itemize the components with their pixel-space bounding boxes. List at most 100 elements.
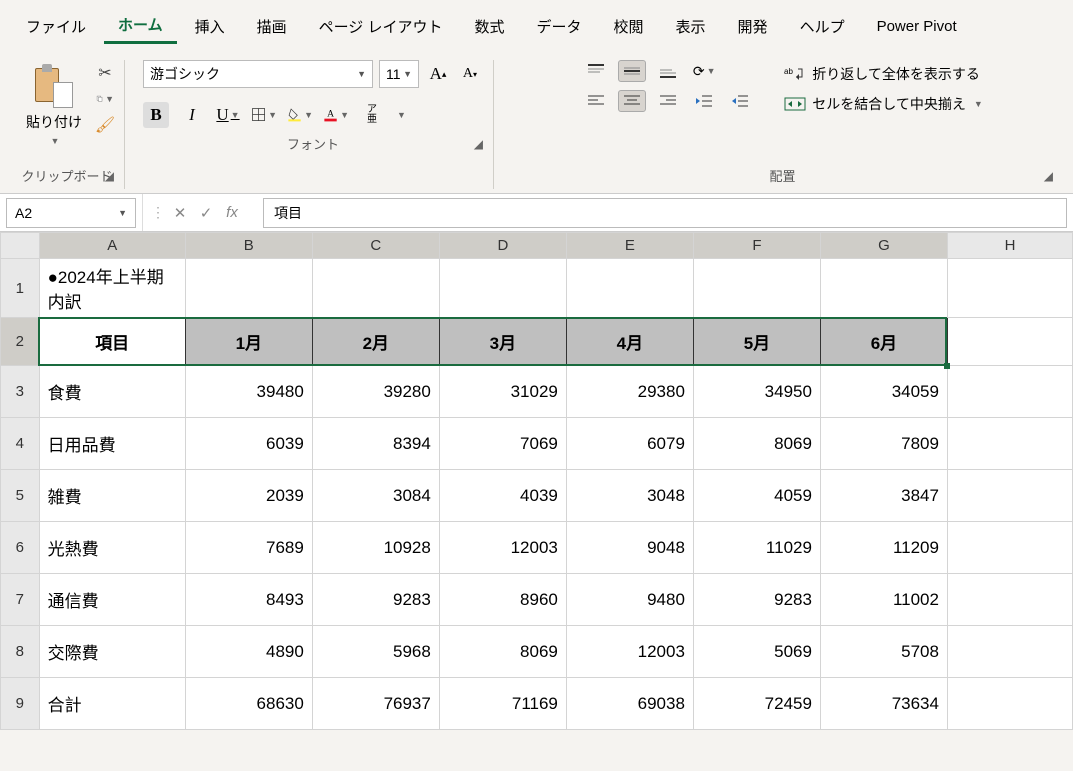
cell-F4[interactable]: 8069 — [693, 418, 820, 470]
chevron-down-icon[interactable]: ▼ — [972, 99, 983, 109]
row-header-2[interactable]: 2 — [1, 318, 40, 366]
cell-G2[interactable]: 6月 — [820, 318, 947, 366]
cell-D6[interactable]: 12003 — [439, 522, 566, 574]
cell-F5[interactable]: 4059 — [693, 470, 820, 522]
cell-E3[interactable]: 29380 — [566, 366, 693, 418]
menu-draw[interactable]: 描画 — [243, 10, 301, 43]
bold-button[interactable]: B — [143, 102, 169, 128]
menu-home[interactable]: ホーム — [104, 8, 177, 44]
decrease-font-icon[interactable]: A▾ — [457, 61, 483, 87]
cell-B5[interactable]: 2039 — [185, 470, 312, 522]
alignment-launcher-icon[interactable]: ◢ — [1044, 169, 1053, 183]
cell-D5[interactable]: 4039 — [439, 470, 566, 522]
cell-F7[interactable]: 9283 — [693, 574, 820, 626]
fx-icon[interactable]: fx — [221, 204, 243, 221]
cell-E7[interactable]: 9480 — [566, 574, 693, 626]
increase-font-icon[interactable]: A▴ — [425, 61, 451, 87]
cell-F9[interactable]: 72459 — [693, 678, 820, 730]
cell-C7[interactable]: 9283 — [312, 574, 439, 626]
cell-C5[interactable]: 3084 — [312, 470, 439, 522]
paste-button[interactable]: 貼り付け ▼ — [20, 60, 88, 150]
cell-F8[interactable]: 5069 — [693, 626, 820, 678]
cell-E5[interactable]: 3048 — [566, 470, 693, 522]
cell-A7[interactable]: 通信費 — [39, 574, 185, 626]
align-middle-icon[interactable] — [618, 60, 646, 82]
cell-G4[interactable]: 7809 — [820, 418, 947, 470]
row-header-6[interactable]: 6 — [1, 522, 40, 574]
font-name-combo[interactable]: 游ゴシック ▼ — [143, 60, 373, 88]
cell-C6[interactable]: 10928 — [312, 522, 439, 574]
wrap-text-button[interactable]: ab 折り返して全体を表示する — [784, 64, 983, 84]
align-right-icon[interactable] — [654, 90, 682, 112]
cell-F1[interactable] — [693, 259, 820, 318]
cell-D8[interactable]: 8069 — [439, 626, 566, 678]
cell-G6[interactable]: 11209 — [820, 522, 947, 574]
menu-view[interactable]: 表示 — [662, 10, 720, 43]
cell-D4[interactable]: 7069 — [439, 418, 566, 470]
cell-B1[interactable] — [185, 259, 312, 318]
cell-A8[interactable]: 交際費 — [39, 626, 185, 678]
cell-E4[interactable]: 6079 — [566, 418, 693, 470]
cell-E9[interactable]: 69038 — [566, 678, 693, 730]
menu-help[interactable]: ヘルプ — [786, 10, 859, 43]
cell-F2[interactable]: 5月 — [693, 318, 820, 366]
cell-C8[interactable]: 5968 — [312, 626, 439, 678]
align-left-icon[interactable] — [582, 90, 610, 112]
cell-B7[interactable]: 8493 — [185, 574, 312, 626]
cell-D9[interactable]: 71169 — [439, 678, 566, 730]
chevron-down-icon[interactable]: ▼ — [49, 136, 60, 146]
col-header-C[interactable]: C — [312, 233, 439, 259]
format-painter-icon[interactable]: 🖌 — [96, 116, 114, 134]
increase-indent-icon[interactable] — [726, 90, 754, 112]
menu-data[interactable]: データ — [523, 10, 596, 43]
cell-A6[interactable]: 光熱費 — [39, 522, 185, 574]
cell-C9[interactable]: 76937 — [312, 678, 439, 730]
menu-review[interactable]: 校閲 — [600, 10, 658, 43]
cell-C4[interactable]: 8394 — [312, 418, 439, 470]
cell-A9[interactable]: 合計 — [39, 678, 185, 730]
cell-G1[interactable] — [820, 259, 947, 318]
menu-file[interactable]: ファイル — [12, 10, 100, 43]
align-center-icon[interactable] — [618, 90, 646, 112]
select-all-corner[interactable] — [1, 233, 40, 259]
cell-H7[interactable] — [947, 574, 1072, 626]
cell-A2[interactable]: 項目 — [39, 318, 185, 366]
cell-A1[interactable]: ●2024年上半期内訳 — [39, 259, 185, 318]
cell-D3[interactable]: 31029 — [439, 366, 566, 418]
cell-C3[interactable]: 39280 — [312, 366, 439, 418]
menu-powerpivot[interactable]: Power Pivot — [863, 12, 971, 41]
cell-E2[interactable]: 4月 — [566, 318, 693, 366]
col-header-F[interactable]: F — [693, 233, 820, 259]
col-header-G[interactable]: G — [820, 233, 947, 259]
cell-E1[interactable] — [566, 259, 693, 318]
row-header-3[interactable]: 3 — [1, 366, 40, 418]
decrease-indent-icon[interactable] — [690, 90, 718, 112]
cell-H1[interactable] — [947, 259, 1072, 318]
menu-page-layout[interactable]: ページ レイアウト — [305, 10, 457, 43]
align-top-icon[interactable] — [582, 60, 610, 82]
cell-D2[interactable]: 3月 — [439, 318, 566, 366]
cell-D7[interactable]: 8960 — [439, 574, 566, 626]
cell-A4[interactable]: 日用品費 — [39, 418, 185, 470]
cell-B8[interactable]: 4890 — [185, 626, 312, 678]
col-header-B[interactable]: B — [185, 233, 312, 259]
underline-button[interactable]: U▼ — [215, 102, 241, 128]
cell-B9[interactable]: 68630 — [185, 678, 312, 730]
border-button[interactable]: ▼ — [251, 102, 277, 128]
clipboard-launcher-icon[interactable]: ◢ — [105, 169, 114, 183]
cell-G3[interactable]: 34059 — [820, 366, 947, 418]
cell-H6[interactable] — [947, 522, 1072, 574]
cell-C1[interactable] — [312, 259, 439, 318]
merge-center-button[interactable]: セルを結合して中央揃え ▼ — [784, 94, 983, 114]
cell-F6[interactable]: 11029 — [693, 522, 820, 574]
col-header-E[interactable]: E — [566, 233, 693, 259]
font-size-combo[interactable]: 11 ▼ — [379, 60, 419, 88]
cell-B6[interactable]: 7689 — [185, 522, 312, 574]
row-header-1[interactable]: 1 — [1, 259, 40, 318]
cell-E6[interactable]: 9048 — [566, 522, 693, 574]
menu-formula[interactable]: 数式 — [460, 10, 518, 43]
cell-H2[interactable] — [947, 318, 1072, 366]
fill-color-button[interactable]: ▼ — [287, 102, 313, 128]
menu-insert[interactable]: 挿入 — [181, 10, 239, 43]
row-header-9[interactable]: 9 — [1, 678, 40, 730]
